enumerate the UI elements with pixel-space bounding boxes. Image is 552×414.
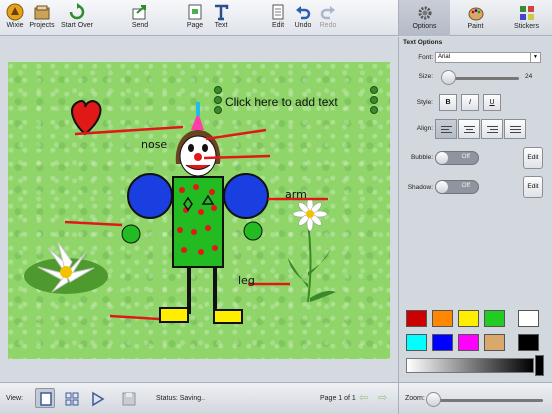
resize-handle[interactable] [214,106,222,114]
nose-label[interactable]: nose [141,138,167,151]
right-shoe [213,309,243,324]
color-swatch[interactable] [432,310,453,327]
start-over-button[interactable]: Start Over [57,3,97,35]
align-label: Align: [416,125,433,132]
main-toolbar: Wixie Projects Start Over Send Page Text… [0,0,398,36]
resize-handle[interactable] [370,86,378,94]
zoom-bar: Zoom: [398,382,552,414]
toggle-knob [436,181,448,193]
color-swatch[interactable] [406,334,427,351]
gear-icon [418,6,431,20]
view-label: View: [6,395,23,402]
leg-label[interactable]: leg [238,274,255,287]
resize-handle[interactable] [370,106,378,114]
shadow-toggle[interactable]: Off [435,180,479,194]
stickers-icon [519,6,534,20]
shadow-state: Off [461,182,470,189]
page-indicator: Page 1 of 1 [320,395,356,402]
color-swatch[interactable] [458,334,479,351]
single-page-icon [40,392,52,406]
left-shoe [159,307,189,323]
status-text: Status: Saving.. [156,395,206,402]
size-slider-thumb[interactable] [441,70,456,85]
align-center-button[interactable] [458,119,480,139]
text-button[interactable]: Text [201,3,241,35]
panel-title: Text Options [403,39,443,46]
italic-button[interactable]: I [461,94,479,111]
send-icon [132,5,146,20]
color-swatch[interactable] [484,334,505,351]
shade-slider[interactable] [406,358,534,373]
tab-paint[interactable]: Paint [450,0,501,36]
tab-stickers[interactable]: Stickers [501,0,552,36]
right-arm [223,173,269,219]
font-value: Arial [438,54,451,60]
bubble-label: Bubble: [410,154,433,161]
shadow-label: Shadow: [407,184,433,191]
size-label: Size: [418,73,433,80]
previous-page-icon[interactable]: ⇦ [359,393,373,404]
redo-icon [320,6,335,20]
toggle-knob [436,152,448,164]
heart-sticker [71,100,102,136]
color-swatch[interactable] [484,310,505,327]
text-box-placeholder: Click here to add text [225,95,338,109]
resize-handle[interactable] [214,86,222,94]
shade-slider-thumb[interactable] [535,355,544,376]
underline-button[interactable]: U [483,94,501,111]
play-button[interactable] [86,388,106,408]
start-over-icon [69,3,85,20]
text-options-panel: Text Options Font: Arial ▼ Size: 24 Styl… [398,37,552,382]
zoom-slider-thumb[interactable] [426,392,441,407]
save-icon [122,392,136,406]
font-select[interactable]: Arial ▼ [435,52,541,63]
color-swatch[interactable] [458,310,479,327]
send-button[interactable]: Send [120,3,160,35]
panel-tabs: Options Paint Stickers [398,0,552,36]
status-bar: View: Status: Saving.. Page 1 of 1 ⇦ ⇨ [0,382,398,414]
clown-nose [194,153,202,161]
arm-label[interactable]: arm [285,188,307,201]
zoom-label: Zoom: [405,395,425,402]
align-left-button[interactable] [435,119,457,139]
left-arm [127,173,173,219]
style-label: Style: [416,99,433,106]
text-box[interactable]: Click here to add text [214,86,382,116]
color-swatch[interactable] [406,310,427,327]
bold-button[interactable]: B [439,94,457,111]
resize-handle[interactable] [370,96,378,104]
next-page-icon[interactable]: ⇨ [378,393,392,404]
projects-button[interactable]: Projects [22,3,62,35]
resize-handle[interactable] [214,96,222,104]
redo-button[interactable]: Redo [308,3,348,35]
work-area: nose arm leg Click here to add text [0,37,398,382]
color-swatch[interactable] [518,310,539,327]
text-icon [215,4,229,21]
size-slider[interactable] [445,77,519,80]
wixie-app: Wixie Projects Start Over Send Page Text… [0,0,552,414]
zoom-slider[interactable] [433,399,543,402]
size-value: 24 [525,73,533,80]
shadow-edit-button[interactable]: Edit [523,176,543,198]
bubble-state: Off [461,153,470,160]
grid-view-icon [65,392,79,406]
bubble-edit-button[interactable]: Edit [523,147,543,169]
tab-options[interactable]: Options [399,0,450,36]
color-swatch[interactable] [432,334,453,351]
align-justify-button[interactable] [504,119,526,139]
font-label: Font: [418,54,433,61]
align-right-button[interactable] [481,119,503,139]
save-button[interactable] [118,388,138,408]
bubble-toggle[interactable]: Off [435,151,479,165]
projects-icon [34,5,50,20]
color-swatch[interactable] [518,334,539,351]
grid-view-button[interactable] [61,388,81,408]
single-page-view-button[interactable] [35,388,55,408]
drawing-canvas[interactable]: nose arm leg Click here to add text [8,62,390,359]
play-icon [92,391,105,407]
palette-icon [468,7,483,21]
chevron-down-icon: ▼ [530,53,540,62]
